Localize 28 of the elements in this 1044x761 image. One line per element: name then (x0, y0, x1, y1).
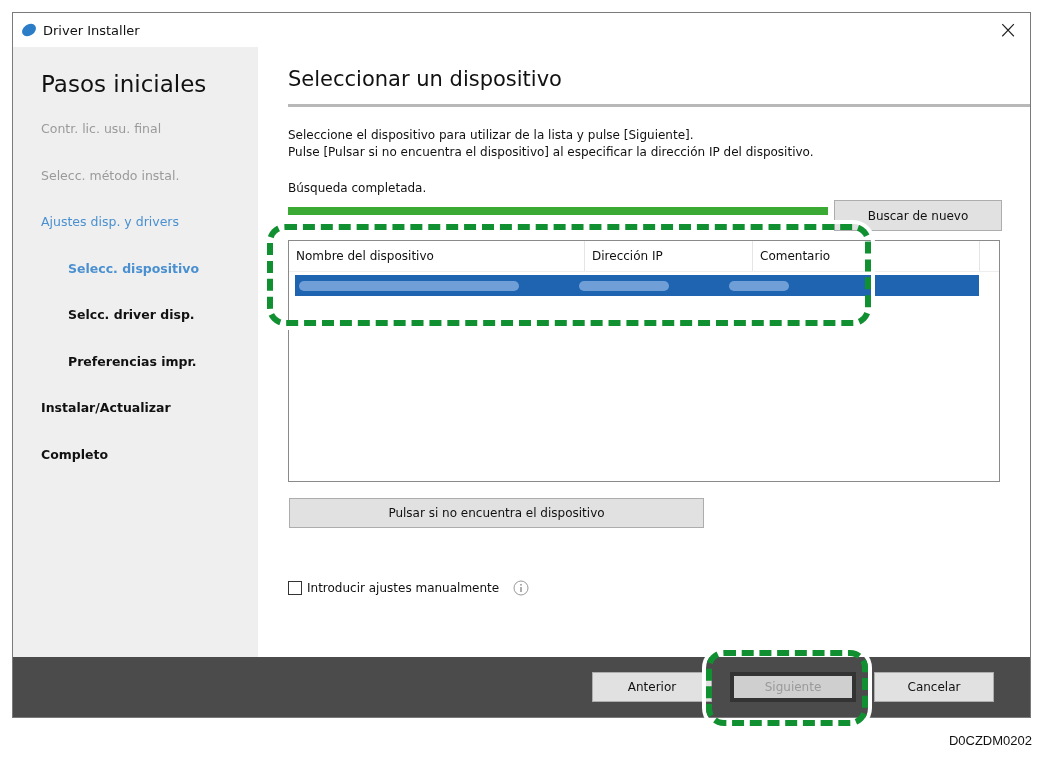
step-item: Selcc. driver disp. (67, 306, 196, 324)
footer-button[interactable]: Cancelar (874, 672, 994, 702)
column-header[interactable]: Comentario (753, 241, 980, 271)
instruction-text: Seleccione el dispositivo para utilizar de la lista y pulse [Siguiente]. (288, 127, 695, 144)
page-heading: Seleccionar un dispositivo (288, 67, 563, 93)
step-item: Selecc. método instal. (41, 166, 181, 185)
instruction-text: Pulse [Pulsar si no encuentra el dispositivo] al especificar la dirección IP del dispositivo. (288, 144, 815, 161)
info-icon[interactable] (513, 580, 530, 596)
column-header[interactable]: Nombre del dispositivo (289, 241, 585, 271)
step-item: Preferencias impr. (67, 352, 198, 371)
not-found-button[interactable]: Pulsar si no encuentra el dispositivo (289, 498, 704, 528)
step-item: Selecc. dispositivo (67, 259, 201, 278)
app-icon (21, 22, 37, 38)
step-item: Contr. lic. usu. final (41, 120, 163, 138)
step-item: Ajustes disp. y drivers (41, 213, 180, 231)
footer-button[interactable]: Anterior (592, 672, 712, 702)
status-text: Búsqueda completada. (288, 181, 428, 195)
checkbox-label[interactable]: Introducir ajustes manualmente (307, 581, 500, 595)
column-header[interactable]: Dirección IP (585, 241, 753, 271)
device-row[interactable] (295, 275, 979, 296)
sidebar-title: Pasos iniciales (41, 71, 208, 97)
figure-code: D0CZDM0202 (948, 733, 1032, 748)
step-item: Instalar/Actualizar (41, 399, 172, 417)
step-item: Completo (41, 445, 110, 464)
search-again-button[interactable]: Buscar de nuevo (834, 200, 1002, 231)
checkbox[interactable] (288, 581, 302, 595)
window-title: Driver Installer (43, 22, 141, 38)
close-button[interactable]: × (986, 13, 1030, 47)
